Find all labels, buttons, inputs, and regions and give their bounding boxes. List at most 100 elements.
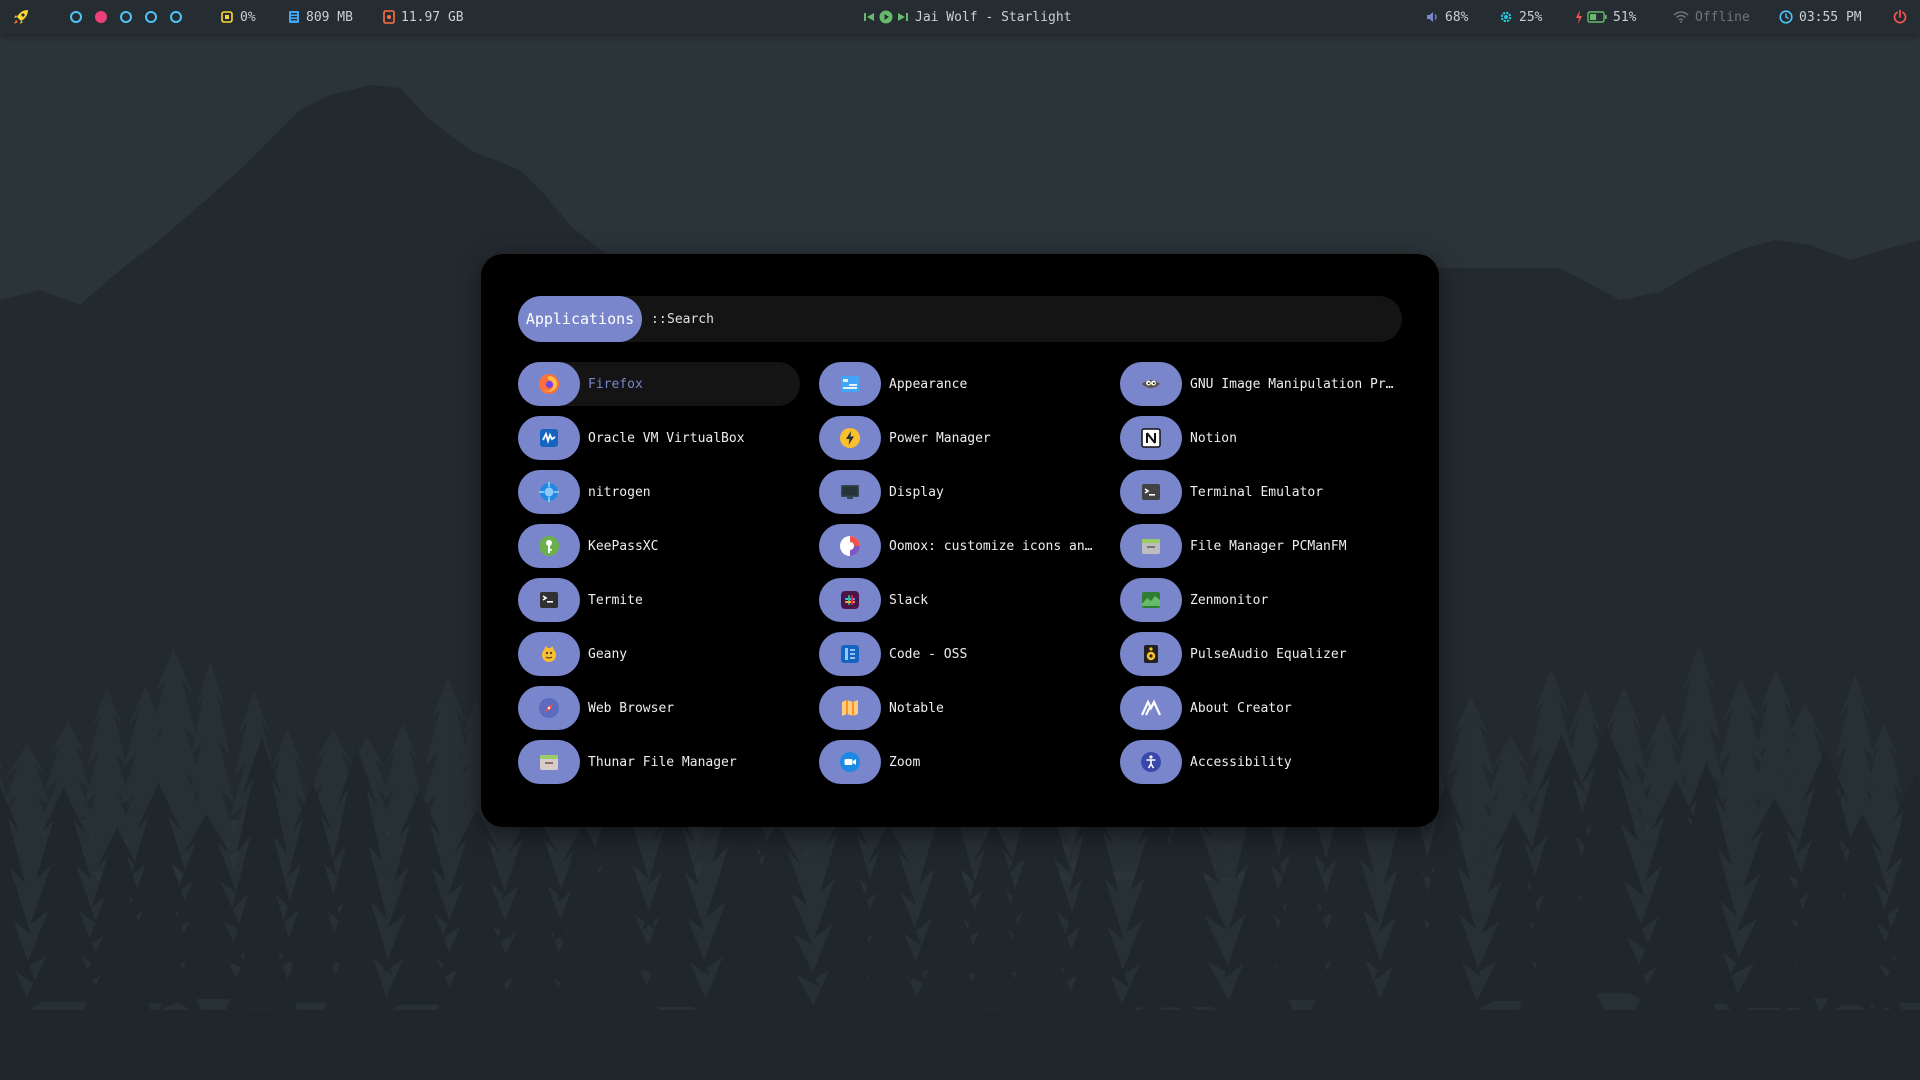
gimp-icon	[1120, 362, 1182, 406]
app-entry-pulseaudio-equalizer[interactable]: PulseAudio Equalizer	[1120, 632, 1402, 676]
workspace-switcher	[70, 0, 195, 34]
app-entry-notable[interactable]: Notable	[819, 686, 1101, 730]
app-entry-power-manager[interactable]: Power Manager	[819, 416, 1101, 460]
power-manager-icon	[819, 416, 881, 460]
app-label: Slack	[889, 592, 929, 608]
app-entry-nitrogen[interactable]: nitrogen	[518, 470, 800, 514]
brightness-icon	[1499, 10, 1513, 24]
workspace-4-indicator[interactable]	[145, 11, 157, 23]
music-module: Jai Wolf - Starlight	[863, 0, 1072, 34]
app-entry-about-creator[interactable]: About Creator	[1120, 686, 1402, 730]
notable-icon	[819, 686, 881, 730]
app-label: Termite	[588, 592, 643, 608]
app-entry-pcmanfm[interactable]: File Manager PCManFM	[1120, 524, 1402, 568]
app-entry-notion[interactable]: Notion	[1120, 416, 1402, 460]
clock-time: 03:55 PM	[1799, 9, 1862, 25]
network-status: Offline	[1695, 9, 1750, 25]
battery-module: 51%	[1575, 0, 1636, 34]
volume-module[interactable]: 68%	[1425, 0, 1468, 34]
app-entry-web-browser[interactable]: Web Browser	[518, 686, 800, 730]
workspace-3-indicator[interactable]	[120, 11, 132, 23]
notion-icon	[1120, 416, 1182, 460]
app-entry-geany[interactable]: Geany	[518, 632, 800, 676]
workspace-1-indicator[interactable]	[70, 11, 82, 23]
app-grid: Firefox Appearance GNU Image Manipulation …	[518, 362, 1402, 794]
zoom-icon	[819, 740, 881, 784]
app-entry-firefox[interactable]: Firefox	[518, 362, 800, 406]
app-entry-zoom[interactable]: Zoom	[819, 740, 1101, 784]
app-entry-terminal-emulator[interactable]: Terminal Emulator	[1120, 470, 1402, 514]
wifi-icon	[1673, 10, 1689, 24]
cpu-module: 0%	[220, 0, 256, 34]
oomox-icon	[819, 524, 881, 568]
app-label: Notion	[1190, 430, 1237, 446]
app-entry-display[interactable]: Display	[819, 470, 1101, 514]
app-label: Zoom	[889, 754, 921, 770]
zenmonitor-icon	[1120, 578, 1182, 622]
app-label: Display	[889, 484, 944, 500]
app-entry-termite[interactable]: Termite	[518, 578, 800, 622]
disk-value: 11.97 GB	[401, 9, 464, 25]
mode-label: Applications	[525, 310, 635, 328]
thunar-icon	[518, 740, 580, 784]
app-entry-oomox[interactable]: Oomox: customize icons and G…	[819, 524, 1101, 568]
code-oss-icon	[819, 632, 881, 676]
geany-icon	[518, 632, 580, 676]
app-label: About Creator	[1190, 700, 1292, 716]
memory-icon	[288, 10, 300, 24]
app-entry-gimp[interactable]: GNU Image Manipulation Progr…	[1120, 362, 1402, 406]
workspace-2-indicator[interactable]	[95, 11, 107, 23]
app-entry-slack[interactable]: Slack	[819, 578, 1101, 622]
network-module[interactable]: Offline	[1673, 0, 1750, 34]
app-label: GNU Image Manipulation Progr…	[1190, 376, 1395, 392]
app-entry-virtualbox[interactable]: Oracle VM VirtualBox	[518, 416, 800, 460]
app-entry-keepassxc[interactable]: KeePassXC	[518, 524, 800, 568]
forest-floor-near	[0, 1010, 1920, 1080]
rocket-icon	[12, 8, 30, 26]
charging-bolt-icon	[1575, 10, 1583, 24]
web-browser-icon	[518, 686, 580, 730]
volume-icon	[1425, 10, 1439, 24]
launcher-button[interactable]	[12, 0, 30, 34]
about-creator-icon	[1120, 686, 1182, 730]
slack-icon	[819, 578, 881, 622]
appearance-icon	[819, 362, 881, 406]
memory-value: 809 MB	[306, 9, 353, 25]
app-entry-zenmonitor[interactable]: Zenmonitor	[1120, 578, 1402, 622]
app-entry-code-oss[interactable]: Code - OSS	[819, 632, 1101, 676]
brightness-module[interactable]: 25%	[1499, 0, 1542, 34]
pulseaudio-equalizer-icon	[1120, 632, 1182, 676]
app-label: Accessibility	[1190, 754, 1292, 770]
power-button[interactable]	[1892, 0, 1908, 34]
clock-module[interactable]: 03:55 PM	[1779, 0, 1862, 34]
clock-icon	[1779, 10, 1793, 24]
pcmanfm-icon	[1120, 524, 1182, 568]
top-panel: 0% 809 MB 11.97 GB Jai Wolf - Starlight …	[0, 0, 1920, 34]
app-entry-appearance[interactable]: Appearance	[819, 362, 1101, 406]
skip-previous-icon[interactable]	[863, 11, 875, 23]
app-label: Code - OSS	[889, 646, 968, 662]
memory-module: 809 MB	[288, 0, 353, 34]
app-label: nitrogen	[588, 484, 651, 500]
search-prompt: ::	[651, 311, 667, 327]
cpu-icon	[220, 10, 234, 24]
mode-switcher-applications[interactable]: Applications	[518, 296, 642, 342]
app-entry-accessibility[interactable]: Accessibility	[1120, 740, 1402, 784]
volume-value: 68%	[1445, 9, 1469, 25]
display-icon	[819, 470, 881, 514]
cpu-value: 0%	[240, 9, 256, 25]
app-entry-thunar[interactable]: Thunar File Manager	[518, 740, 800, 784]
app-label: Power Manager	[889, 430, 991, 446]
skip-next-icon[interactable]	[897, 11, 909, 23]
power-icon	[1892, 9, 1908, 25]
play-icon[interactable]	[879, 10, 893, 24]
battery-charging-icon	[1587, 11, 1607, 23]
app-label: Thunar File Manager	[588, 754, 737, 770]
virtualbox-icon	[518, 416, 580, 460]
app-label: File Manager PCManFM	[1190, 538, 1347, 554]
app-label: Web Browser	[588, 700, 675, 716]
disk-icon	[383, 10, 395, 24]
firefox-icon	[518, 362, 580, 406]
workspace-5-indicator[interactable]	[170, 11, 182, 23]
search-input[interactable]	[667, 308, 1367, 330]
